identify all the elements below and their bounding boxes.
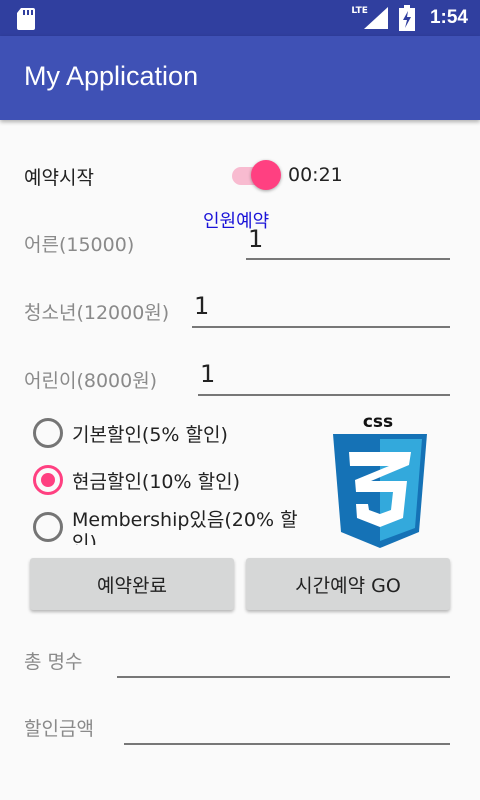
css3-logo-icon: css	[333, 412, 427, 548]
adult-label: 어른(15000)	[24, 234, 135, 256]
radio-ring	[33, 418, 63, 448]
radio-basic-discount-label[interactable]: 기본할인(5% 할인)	[72, 420, 228, 447]
app-bar: My Application	[0, 36, 480, 120]
radio-cash-discount[interactable]	[33, 465, 63, 495]
total-people-underline	[117, 676, 450, 678]
adult-input[interactable]: 1	[248, 225, 263, 253]
youth-input-underline	[192, 326, 450, 328]
radio-ring	[33, 512, 63, 542]
radio-membership-discount-label[interactable]: Membership있음(20% 할인)	[72, 509, 307, 545]
adult-input-underline	[246, 258, 450, 260]
battery-icon	[398, 5, 415, 31]
reservation-switch[interactable]	[230, 160, 286, 190]
radio-cash-discount-label[interactable]: 현금할인(10% 할인)	[72, 467, 240, 494]
status-bar: LTE 1:54	[0, 0, 480, 36]
clock: 1:54	[429, 7, 468, 28]
logo-text: css	[363, 412, 393, 432]
app-title: My Application	[24, 61, 199, 91]
radio-membership-discount[interactable]	[33, 512, 63, 542]
youth-input[interactable]: 1	[194, 292, 209, 320]
discount-amount-underline	[124, 743, 450, 745]
time-reservation-go-button[interactable]: 시간예약 GO	[246, 558, 450, 610]
discount-amount-label: 할인금액	[24, 718, 94, 740]
radio-basic-discount[interactable]	[33, 418, 63, 448]
radio-dot	[41, 473, 55, 487]
total-people-label: 총 명수	[24, 651, 83, 673]
reservation-complete-button[interactable]: 예약완료	[30, 558, 234, 610]
sd-card-icon	[17, 8, 35, 30]
youth-label: 청소년(12000원)	[24, 302, 170, 324]
timer-text: 00:21	[288, 164, 343, 186]
reservation-start-label: 예약시작	[24, 167, 94, 189]
switch-thumb	[251, 160, 281, 190]
child-input-underline	[198, 394, 450, 396]
child-input[interactable]: 1	[200, 360, 215, 388]
signal-icon	[363, 7, 388, 29]
child-label: 어린이(8000원)	[24, 370, 158, 392]
